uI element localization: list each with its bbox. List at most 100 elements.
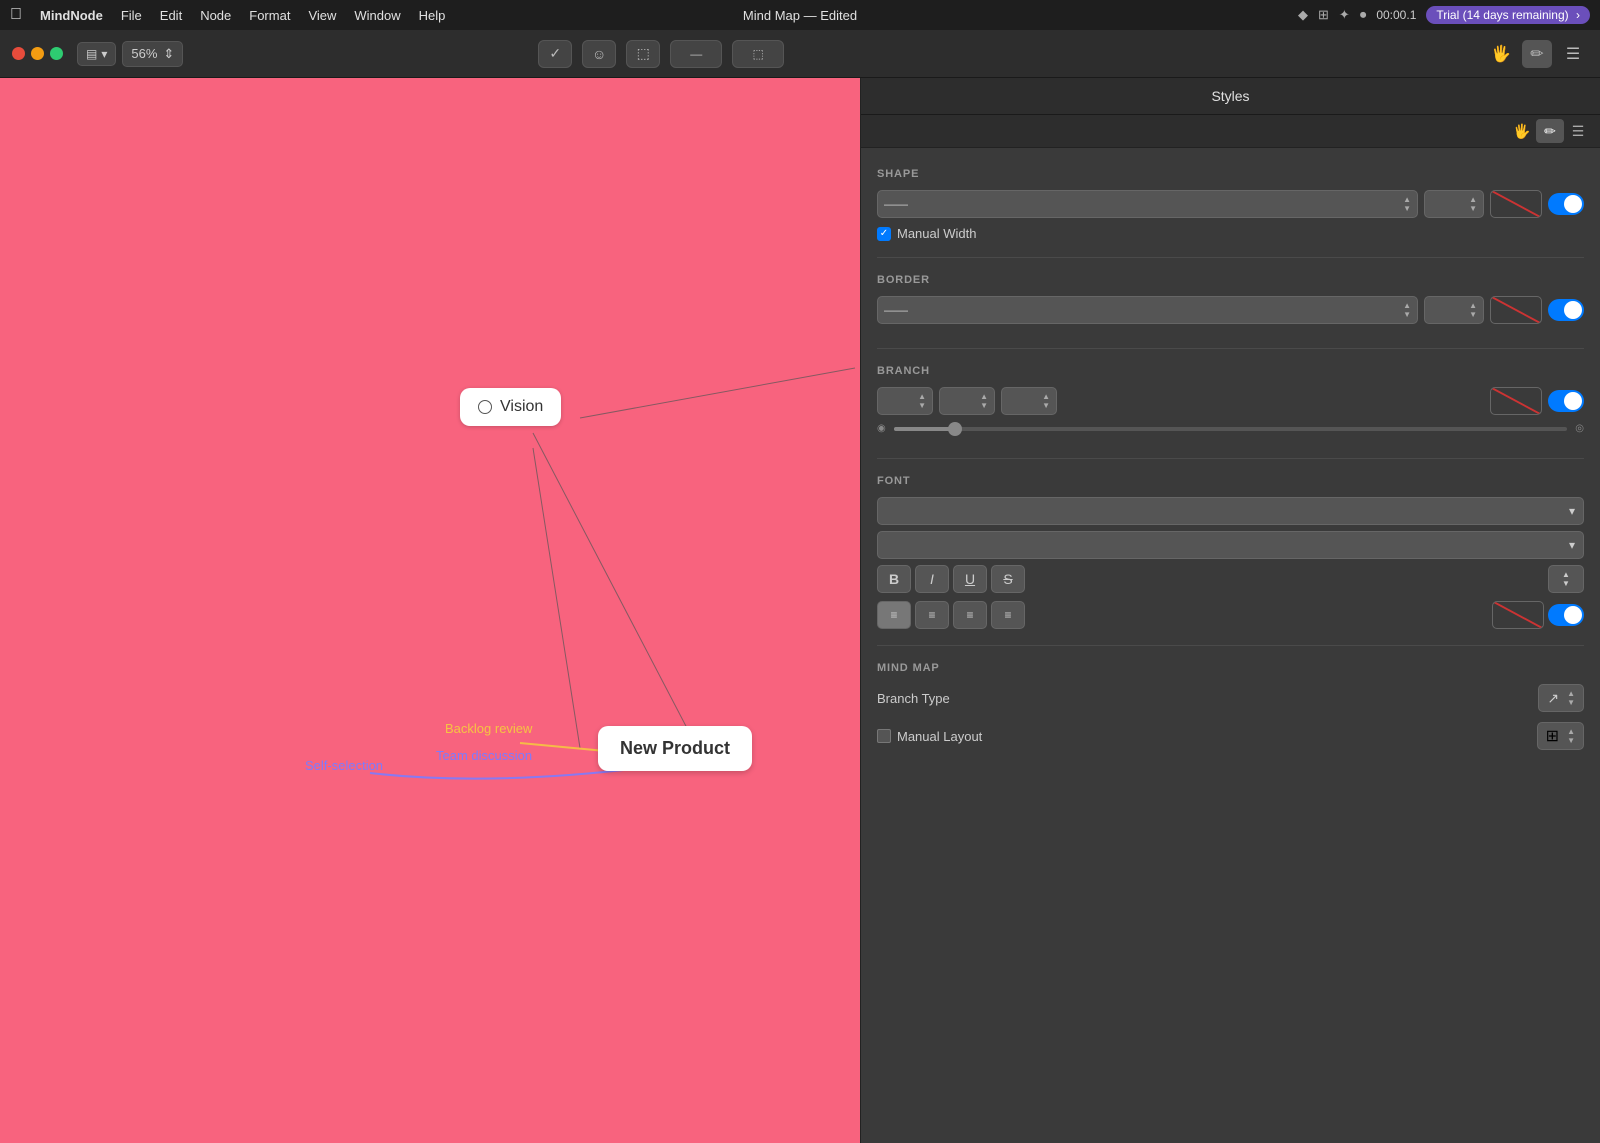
shape-color-swatch[interactable] <box>1490 190 1542 218</box>
branch-thickness-thumb[interactable] <box>948 422 962 436</box>
branch-color-swatch[interactable] <box>1490 387 1542 415</box>
zoom-value: 56% <box>131 46 157 61</box>
system-icon-2: ⊞ <box>1318 7 1329 23</box>
close-button[interactable] <box>12 47 25 60</box>
font-color-swatch[interactable] <box>1492 601 1544 629</box>
share-button[interactable]: ⬚ <box>732 40 784 68</box>
panel-tab-style[interactable]: 🖐 <box>1508 119 1536 143</box>
italic-icon: I <box>930 571 934 587</box>
manual-layout-control[interactable]: ⊞ ▲▼ <box>1537 722 1584 750</box>
align-right-icon: ≡ <box>966 608 973 622</box>
border-section: BORDER —— ▲▼ ▲▼ <box>861 264 1600 342</box>
minimize-button[interactable] <box>31 47 44 60</box>
shape-size-select[interactable]: ▲▼ <box>1424 190 1484 218</box>
border-color-swatch[interactable] <box>1490 296 1542 324</box>
menubar-appname[interactable]: MindNode <box>40 8 103 23</box>
manual-layout-checkbox[interactable] <box>877 729 891 743</box>
vision-node[interactable]: Vision <box>460 388 561 426</box>
smiley-icon: ☺ <box>592 46 606 62</box>
toolbar-left: ▤ ▾ 56% ⇕ <box>12 41 183 67</box>
manual-width-checkbox[interactable]: ✓ <box>877 227 891 241</box>
border-style-spinner[interactable]: ▲▼ <box>1403 302 1411 319</box>
link-button[interactable]: — <box>670 40 722 68</box>
align-left-button[interactable]: ≡ <box>877 601 911 629</box>
menubar-window[interactable]: Window <box>354 8 400 23</box>
shape-color-toggle[interactable] <box>1548 193 1584 215</box>
menubar-view[interactable]: View <box>308 8 336 23</box>
sticker-button[interactable]: ☺ <box>582 40 616 68</box>
font-size-spinner[interactable]: ▲ ▼ <box>1548 565 1584 593</box>
branch-controls-row: ▲▼ ▲▼ ▲▼ <box>877 387 1584 415</box>
menubar-format[interactable]: Format <box>249 8 290 23</box>
style-panel-button[interactable]: ✏ <box>1522 40 1552 68</box>
hand-tool-button[interactable]: 🖐 <box>1486 40 1516 68</box>
share-icon: ⬚ <box>753 47 764 61</box>
maximize-button[interactable] <box>50 47 63 60</box>
font-family-select[interactable]: ▾ <box>877 497 1584 525</box>
trial-badge[interactable]: Trial (14 days remaining) › <box>1426 6 1590 24</box>
border-color-toggle[interactable] <box>1548 299 1584 321</box>
branch-style-select-3[interactable]: ▲▼ <box>1001 387 1057 415</box>
font-style-chevron-icon: ▾ <box>1569 538 1575 552</box>
align-right-button[interactable]: ≡ <box>953 601 987 629</box>
branch-style-select-1[interactable]: ▲▼ <box>877 387 933 415</box>
zoom-control[interactable]: 56% ⇕ <box>122 41 183 67</box>
apple-menu[interactable]:  <box>10 6 22 24</box>
menubar-node[interactable]: Node <box>200 8 231 23</box>
border-style-select[interactable]: —— ▲▼ <box>877 296 1418 324</box>
branch-type-control[interactable]: ↗ ▲▼ <box>1538 684 1584 712</box>
canvas[interactable]: Vision New Product Backlog review Team d… <box>0 78 860 1143</box>
outline-panel-button[interactable]: ☰ <box>1558 40 1588 68</box>
link-icon: — <box>690 47 702 61</box>
border-size-select[interactable]: ▲▼ <box>1424 296 1484 324</box>
title-text: Mind Map — Edited <box>743 8 857 23</box>
align-justify-button[interactable]: ≡ <box>991 601 1025 629</box>
shape-size-spinner[interactable]: ▲▼ <box>1469 196 1477 213</box>
branch-style-2-spinner[interactable]: ▲▼ <box>980 393 988 410</box>
focus-mode-button[interactable]: ✓ <box>538 40 572 68</box>
list-icon: ☰ <box>1566 44 1580 64</box>
toolbar-right: 🖐 ✏ ☰ <box>1486 40 1588 68</box>
border-controls-row: —— ▲▼ ▲▼ <box>877 296 1584 324</box>
branch-thickness-slider[interactable] <box>894 427 1568 431</box>
align-center-icon: ≡ <box>928 608 935 622</box>
font-color-toggle[interactable] <box>1548 604 1584 626</box>
panel-scroll: SHAPE —— ▲▼ ▲▼ <box>861 148 1600 1143</box>
shape-style-select[interactable]: —— ▲▼ <box>877 190 1418 218</box>
menubar-help[interactable]: Help <box>419 8 446 23</box>
menubar-file[interactable]: File <box>121 8 142 23</box>
spinner-up-icon: ▲ <box>1562 570 1570 579</box>
mind-map-section-title: MIND MAP <box>877 662 1584 674</box>
toolbar: ▤ ▾ 56% ⇕ ✓ ☺ ⬚ — ⬚ 🖐 ✏ ☰ <box>0 30 1600 78</box>
underline-button[interactable]: U <box>953 565 987 593</box>
italic-button[interactable]: I <box>915 565 949 593</box>
branch-style-select-2[interactable]: ▲▼ <box>939 387 995 415</box>
branch-style-1-spinner[interactable]: ▲▼ <box>918 393 926 410</box>
image-button[interactable]: ⬚ <box>626 40 660 68</box>
bold-icon: B <box>889 571 899 587</box>
align-justify-icon: ≡ <box>1004 608 1011 622</box>
divider-2 <box>877 348 1584 349</box>
panel-title: Styles <box>1211 88 1249 104</box>
bold-button[interactable]: B <box>877 565 911 593</box>
new-product-node[interactable]: New Product <box>598 726 752 771</box>
align-center-button[interactable]: ≡ <box>915 601 949 629</box>
panel-tab-format[interactable]: ✏ <box>1536 119 1564 143</box>
branch-type-spinner[interactable]: ▲▼ <box>1567 690 1575 707</box>
branch-style-3-spinner[interactable]: ▲▼ <box>1042 393 1050 410</box>
manual-layout-spinner[interactable]: ▲▼ <box>1567 728 1575 745</box>
border-size-spinner[interactable]: ▲▼ <box>1469 302 1477 319</box>
font-style-select[interactable]: ▾ <box>877 531 1584 559</box>
shape-style-spinner[interactable]: ▲▼ <box>1403 196 1411 213</box>
font-section: FONT ▾ ▾ B I U <box>861 465 1600 639</box>
shape-style-value: —— <box>884 197 908 211</box>
view-toggle-button[interactable]: ▤ ▾ <box>77 42 116 66</box>
branch-thickness-row: ◉ ◎ <box>877 423 1584 434</box>
strikethrough-button[interactable]: S <box>991 565 1025 593</box>
menubar-edit[interactable]: Edit <box>160 8 182 23</box>
panel-tab-outline[interactable]: ☰ <box>1564 119 1592 143</box>
branch-color-toggle[interactable] <box>1548 390 1584 412</box>
border-color-toggle-dot <box>1564 301 1582 319</box>
branch-type-row: Branch Type ↗ ▲▼ <box>877 684 1584 712</box>
window-title: Mind Map — Edited <box>743 8 857 23</box>
